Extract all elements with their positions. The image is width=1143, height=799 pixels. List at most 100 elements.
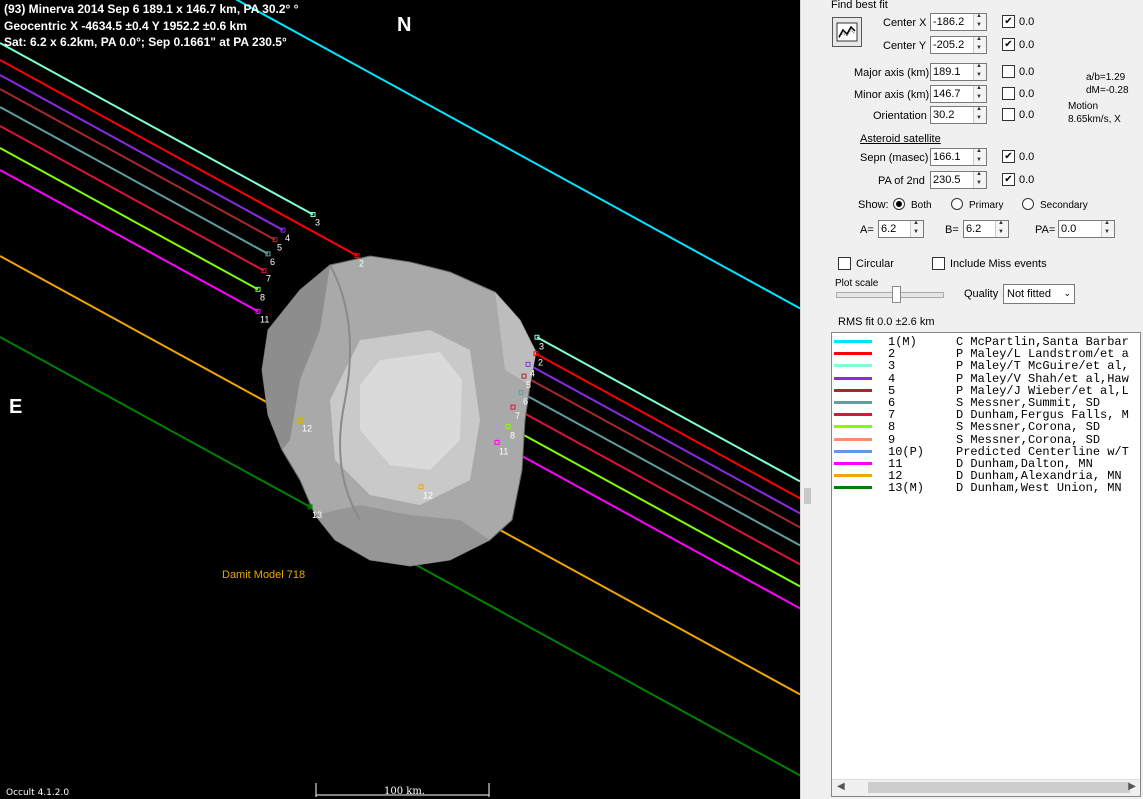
chevron-down-icon: ⌄ [1063, 288, 1071, 298]
chord-number-label: 3 [315, 218, 320, 228]
circular-label: Circular [856, 258, 894, 270]
scroll-left-icon[interactable]: ◀ [837, 781, 845, 792]
quality-label: Quality [964, 288, 999, 300]
minor-axis-spinner[interactable]: 146.7 [930, 85, 987, 103]
horizontal-scrollbar[interactable]: ◀ ▶ [832, 779, 1140, 796]
circular-checkbox[interactable] [838, 257, 851, 270]
observer-row[interactable]: 12 D Dunham,Alexandria, MN [832, 470, 1132, 482]
observer-row[interactable]: 8 S Messner,Corona, SD [832, 421, 1132, 433]
pa-2nd-value[interactable]: 230.5 [933, 174, 961, 186]
observer-row[interactable]: 9 S Messner,Corona, SD [832, 434, 1132, 446]
chord-number-label: 12 [423, 491, 433, 501]
major-axis-spinner[interactable]: 189.1 [930, 63, 987, 81]
center-y-spin-buttons[interactable] [973, 36, 986, 53]
minor-axis-spin-buttons[interactable] [973, 85, 986, 102]
east-label: E [9, 396, 23, 418]
quality-select[interactable]: Not fitted ⌄ [1003, 284, 1075, 304]
chord-number-label: 6 [270, 257, 275, 267]
scroll-right-icon[interactable]: ▶ [1128, 781, 1136, 792]
observer-row[interactable]: 5 P Maley/J Wieber/et al,L [832, 385, 1132, 397]
orientation-spin-buttons[interactable] [973, 106, 986, 123]
show-secondary-radio[interactable] [1022, 198, 1034, 210]
center-x-checkbox[interactable]: ✔ [1002, 15, 1015, 28]
plot-scale-thumb[interactable] [892, 286, 901, 303]
observer-color-swatch [834, 376, 872, 380]
sepn-spinner[interactable]: 166.1 [930, 148, 987, 166]
a-spinner[interactable]: 6.2 [878, 220, 924, 238]
observer-row[interactable]: 10(P) Predicted Centerline w/T [832, 446, 1132, 458]
pa-2nd-spinner[interactable]: 230.5 [930, 171, 987, 189]
observer-name: D Dunham,Fergus Falls, M [956, 408, 1129, 423]
a-spin-buttons[interactable] [910, 220, 923, 237]
sepn-spin-buttons[interactable] [973, 148, 986, 165]
chord-line [0, 169, 259, 313]
show-primary-radio[interactable] [951, 198, 963, 210]
splitter-grip[interactable] [804, 488, 811, 504]
chord-line [507, 425, 800, 588]
chord-number-label: 2 [538, 358, 543, 368]
center-y-spinner[interactable]: -205.2 [930, 36, 987, 54]
observer-row[interactable]: 4 P Maley/V Shah/et al,Haw [832, 373, 1132, 385]
pa-2nd-label: PA of 2nd [878, 175, 925, 187]
observer-color-swatch [834, 401, 872, 404]
orientation-spinner[interactable]: 30.2 [930, 106, 987, 124]
center-y-checkbox[interactable]: ✔ [1002, 38, 1015, 51]
chord-line [0, 74, 284, 231]
scrollbar-thumb[interactable] [868, 782, 1130, 793]
b-spinner[interactable]: 6.2 [963, 220, 1009, 238]
pa-spinner[interactable]: 0.0 [1058, 220, 1115, 238]
show-label: Show: [858, 199, 889, 211]
observer-row[interactable]: 6 S Messner,Summit, SD [832, 397, 1132, 409]
show-both-radio[interactable] [893, 198, 905, 210]
find-best-fit-button[interactable] [832, 17, 862, 47]
chord-number-label: 4 [285, 233, 290, 243]
chord-line [523, 375, 800, 529]
splitter[interactable] [800, 0, 817, 799]
pa-2nd-spin-buttons[interactable] [973, 171, 986, 188]
observer-color-swatch [834, 364, 872, 368]
pa-value[interactable]: 0.0 [1061, 223, 1076, 235]
asteroid-shape-model [261, 255, 537, 567]
a-value[interactable]: 6.2 [881, 223, 896, 235]
observer-list[interactable]: 1(M) C McPartlin,Santa Barbar 2 P Maley/L L… [831, 332, 1141, 797]
pa-spin-buttons[interactable] [1101, 220, 1114, 237]
center-y-value[interactable]: -205.2 [933, 39, 964, 51]
observer-row[interactable]: 11 D Dunham,Dalton, MN [832, 458, 1132, 470]
ab-ratio: a/b=1.29 [1086, 72, 1126, 83]
observer-row[interactable]: 3 P Maley/T McGuire/et al, [832, 360, 1132, 372]
minor-axis-checkbox[interactable] [1002, 87, 1015, 100]
orientation-value[interactable]: 30.2 [933, 109, 954, 121]
observer-row[interactable]: 2 P Maley/L Landstrom/et a [832, 348, 1132, 360]
chord-number-label: 7 [266, 274, 271, 284]
chord-line [0, 147, 259, 291]
occultation-plot[interactable]: 2 2 3 3 4 4 5 5 6 6 7 7 8 8 11 11 12 12 13 (93) Minerva 20… [0, 0, 800, 799]
minor-axis-value[interactable]: 146.7 [933, 88, 961, 100]
orientation-checkbox[interactable] [1002, 108, 1015, 121]
major-axis-spin-buttons[interactable] [973, 63, 986, 80]
observer-row[interactable]: 7 D Dunham,Fergus Falls, M [832, 409, 1132, 421]
observer-color-swatch [834, 340, 872, 343]
observer-row[interactable]: 1(M) C McPartlin,Santa Barbar [832, 336, 1132, 348]
b-value[interactable]: 6.2 [966, 223, 981, 235]
major-axis-checkbox[interactable] [1002, 65, 1015, 78]
observer-name: D Dunham,Alexandria, MN [956, 469, 1122, 484]
chord-number-label: 8 [510, 430, 515, 440]
b-label: B= [945, 224, 959, 236]
center-y-label: Center Y [883, 40, 927, 52]
center-x-spinner[interactable]: -186.2 [930, 13, 987, 31]
observer-name: S Messner,Corona, SD [956, 420, 1101, 435]
center-y-err: 0.0 [1019, 39, 1035, 51]
major-axis-value[interactable]: 189.1 [933, 66, 961, 78]
fit-control-panel: Find best fit Center X -186.2 ✔ 0.0 Cent… [816, 0, 1143, 799]
pa-2nd-checkbox[interactable]: ✔ [1002, 173, 1015, 186]
center-x-value[interactable]: -186.2 [933, 16, 964, 28]
sepn-checkbox[interactable]: ✔ [1002, 150, 1015, 163]
observer-row[interactable]: 13(M) D Dunham,West Union, MN [832, 482, 1132, 494]
b-spin-buttons[interactable] [995, 220, 1008, 237]
include-miss-checkbox[interactable] [932, 257, 945, 270]
observer-color-swatch [834, 352, 872, 356]
plot-scale-slider[interactable] [836, 286, 944, 303]
chord-number-label: 8 [260, 292, 265, 302]
sepn-value[interactable]: 166.1 [933, 151, 961, 163]
center-x-spin-buttons[interactable] [973, 13, 986, 30]
